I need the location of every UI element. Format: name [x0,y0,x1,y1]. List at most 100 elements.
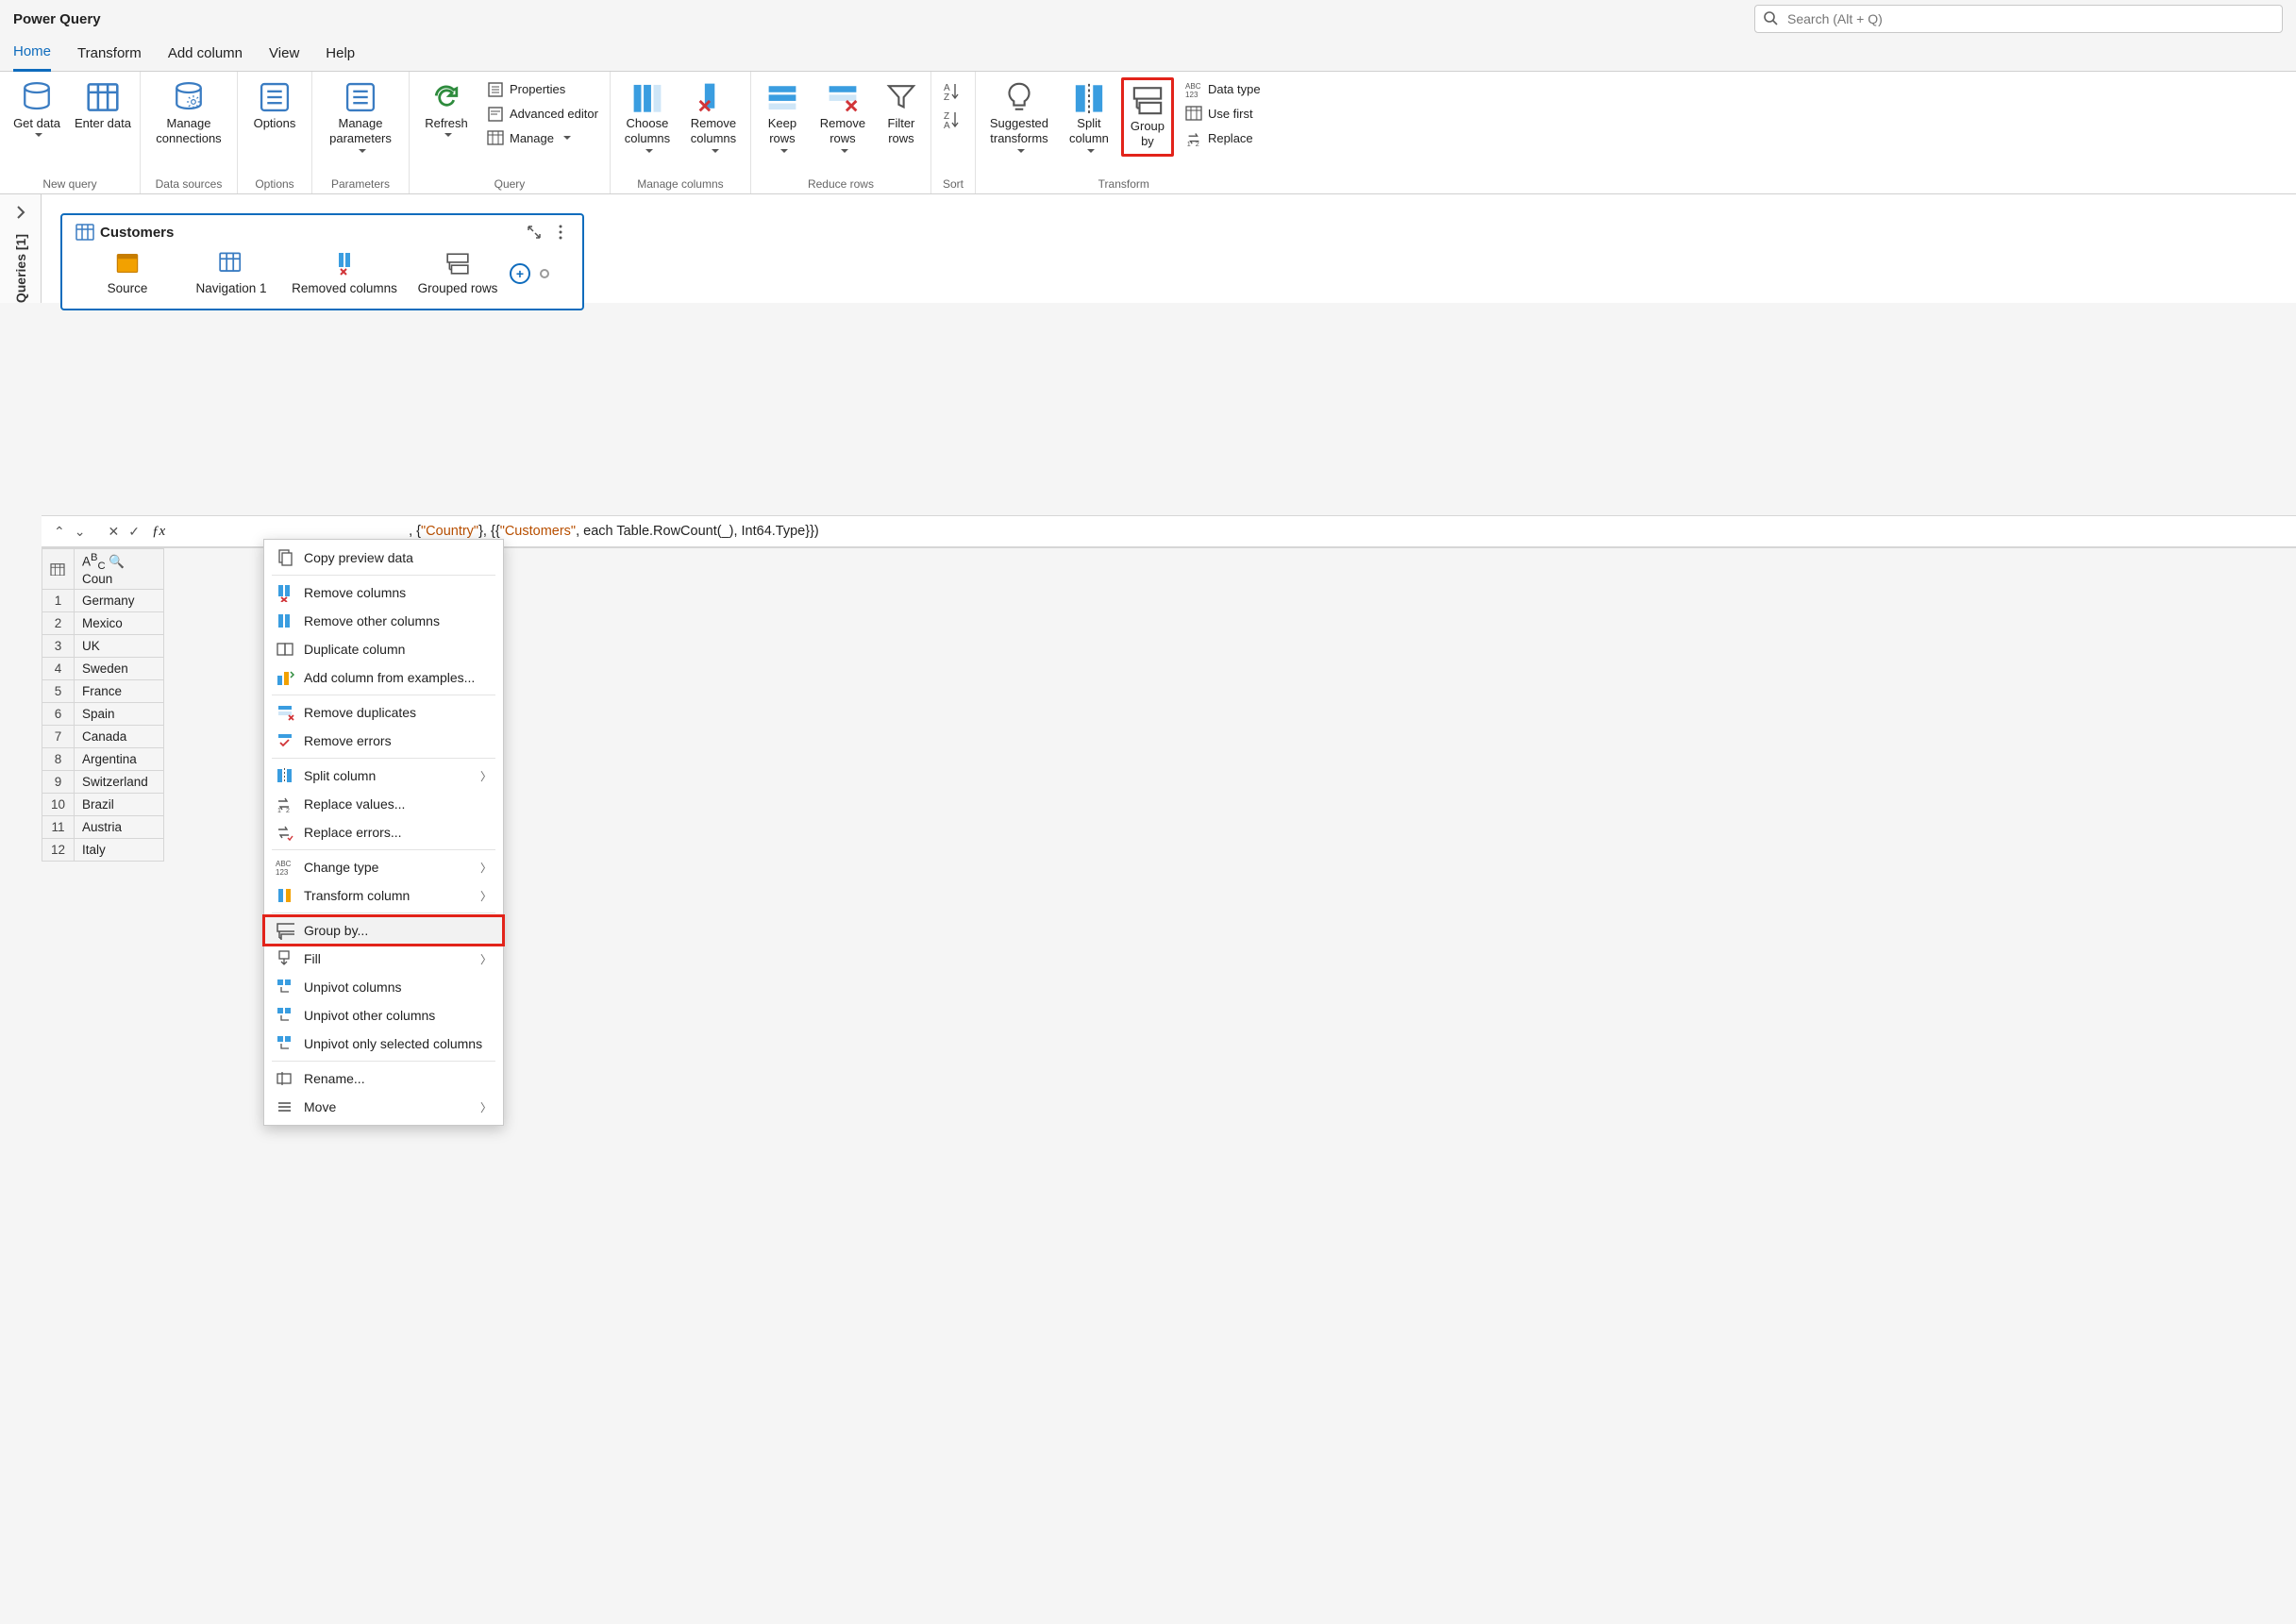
menu-item-transform-col[interactable]: Transform column〉 [264,881,503,910]
table-icon [1185,105,1202,122]
menu-item-examples[interactable]: Add column from examples... [264,663,503,692]
keep-cols-icon [276,611,294,630]
ribbon-tabs: Home Transform Add column View Help [0,38,2296,72]
sort-asc-icon[interactable] [943,81,964,102]
cell-country[interactable]: Italy [75,839,164,862]
manage-button[interactable]: Manage [481,126,604,149]
table-icon [487,129,504,146]
menu-separator [272,849,495,850]
menu-item-replace-err[interactable]: Replace errors... [264,818,503,846]
group-by-icon [1131,84,1164,116]
cell-country[interactable]: Canada [75,726,164,748]
row-number[interactable]: 1 [42,590,75,612]
cell-country[interactable]: France [75,680,164,703]
step-source[interactable]: Source [75,251,179,295]
search-box[interactable] [1754,5,2283,33]
choose-columns-button[interactable]: Choose columns [616,77,679,159]
tab-home[interactable]: Home [13,43,51,72]
row-number[interactable]: 4 [42,658,75,680]
suggested-transforms-button[interactable]: Suggested transforms [981,77,1057,159]
keep-rows-button[interactable]: Keep rows [757,77,808,159]
menu-item-change-type[interactable]: Change type〉 [264,853,503,881]
cell-country[interactable]: Germany [75,590,164,612]
row-number[interactable]: 2 [42,612,75,635]
menu-item-split[interactable]: Split column〉 [264,762,503,790]
enter-data-button[interactable]: Enter data [72,77,134,135]
tab-help[interactable]: Help [326,45,355,71]
step-navigation[interactable]: Navigation 1 [179,251,283,295]
menu-item-unpivot[interactable]: Unpivot only selected columns [264,1030,503,1058]
row-number[interactable]: 7 [42,726,75,748]
menu-item-copy[interactable]: Copy preview data [264,544,503,572]
tab-transform[interactable]: Transform [77,45,142,71]
row-number[interactable]: 10 [42,794,75,816]
commit-formula-button[interactable]: ✓ [124,522,144,542]
remove-columns-button[interactable]: Remove columns [682,77,745,159]
query-diagram[interactable]: Customers Source Navigation 1 Removed [60,213,584,310]
menu-item-move[interactable]: Move〉 [264,1093,503,1121]
row-number[interactable]: 8 [42,748,75,771]
advanced-editor-button[interactable]: Advanced editor [481,102,604,125]
cell-country[interactable]: Spain [75,703,164,726]
add-step-button[interactable]: + [510,263,530,284]
split-column-button[interactable]: Split column [1061,77,1117,159]
remove-rows-button[interactable]: Remove rows [812,77,874,159]
menu-item-rename[interactable]: Rename... [264,1064,503,1093]
get-data-button[interactable]: Get data [6,77,68,142]
row-number[interactable]: 9 [42,771,75,794]
formula-text[interactable]: , {"Country"}, {{"Customers", each Table… [409,524,819,539]
column-header-country[interactable]: ABC 🔍 Coun [75,549,164,590]
step-grouped-rows[interactable]: Grouped rows [406,251,510,295]
step-removed-columns[interactable]: Removed columns [283,251,406,295]
step-forward-button[interactable]: ⌄ [70,522,91,542]
menu-item-dedup[interactable]: Remove duplicates [264,698,503,727]
tab-view[interactable]: View [269,45,299,71]
cancel-formula-button[interactable]: ✕ [103,522,124,542]
fx-icon[interactable]: ƒx [152,524,165,540]
tab-add-column[interactable]: Add column [168,45,243,71]
data-type-button[interactable]: Data type [1180,77,1266,100]
row-number[interactable]: 3 [42,635,75,658]
menu-item-fill[interactable]: Fill〉 [264,945,503,973]
search-input[interactable] [1754,5,2283,33]
group-label-sort: Sort [937,176,969,191]
properties-button[interactable]: Properties [481,77,604,100]
queries-sidebar[interactable]: Queries [1] [0,194,42,303]
step-back-button[interactable]: ⌃ [49,522,70,542]
menu-item-unpivot[interactable]: Unpivot columns [264,973,503,1001]
filter-rows-button[interactable]: Filter rows [878,77,925,151]
menu-separator [272,912,495,913]
sort-desc-icon[interactable] [943,109,964,130]
cell-country[interactable]: Argentina [75,748,164,771]
refresh-button[interactable]: Refresh [415,77,478,142]
source-icon [115,251,140,276]
menu-item-remove-cols[interactable]: Remove columns [264,578,503,607]
menu-item-duplicate[interactable]: Duplicate column [264,635,503,663]
menu-item-replace-val[interactable]: Replace values... [264,790,503,818]
cell-country[interactable]: Austria [75,816,164,839]
cell-country[interactable]: UK [75,635,164,658]
menu-item-unpivot[interactable]: Unpivot other columns [264,1001,503,1030]
collapse-icon[interactable] [526,224,543,241]
keep-rows-icon [766,81,798,113]
chevron-right-icon[interactable] [12,204,29,221]
menu-item-keep-cols[interactable]: Remove other columns [264,607,503,635]
more-icon[interactable] [552,224,569,241]
row-number[interactable]: 12 [42,839,75,862]
row-number[interactable]: 5 [42,680,75,703]
menu-item-group-by[interactable]: Group by... [264,916,503,945]
corner-cell[interactable] [42,549,75,590]
menu-item-remove-err[interactable]: Remove errors [264,727,503,755]
manage-parameters-button[interactable]: Manage parameters [318,77,403,159]
cell-country[interactable]: Sweden [75,658,164,680]
options-button[interactable]: Options [243,77,306,135]
cell-country[interactable]: Brazil [75,794,164,816]
manage-connections-button[interactable]: Manage connections [146,77,231,151]
cell-country[interactable]: Switzerland [75,771,164,794]
group-by-button[interactable]: Group by [1121,77,1174,157]
use-first-row-button[interactable]: Use first [1180,102,1266,125]
cell-country[interactable]: Mexico [75,612,164,635]
row-number[interactable]: 6 [42,703,75,726]
replace-values-button[interactable]: Replace [1180,126,1266,149]
row-number[interactable]: 11 [42,816,75,839]
